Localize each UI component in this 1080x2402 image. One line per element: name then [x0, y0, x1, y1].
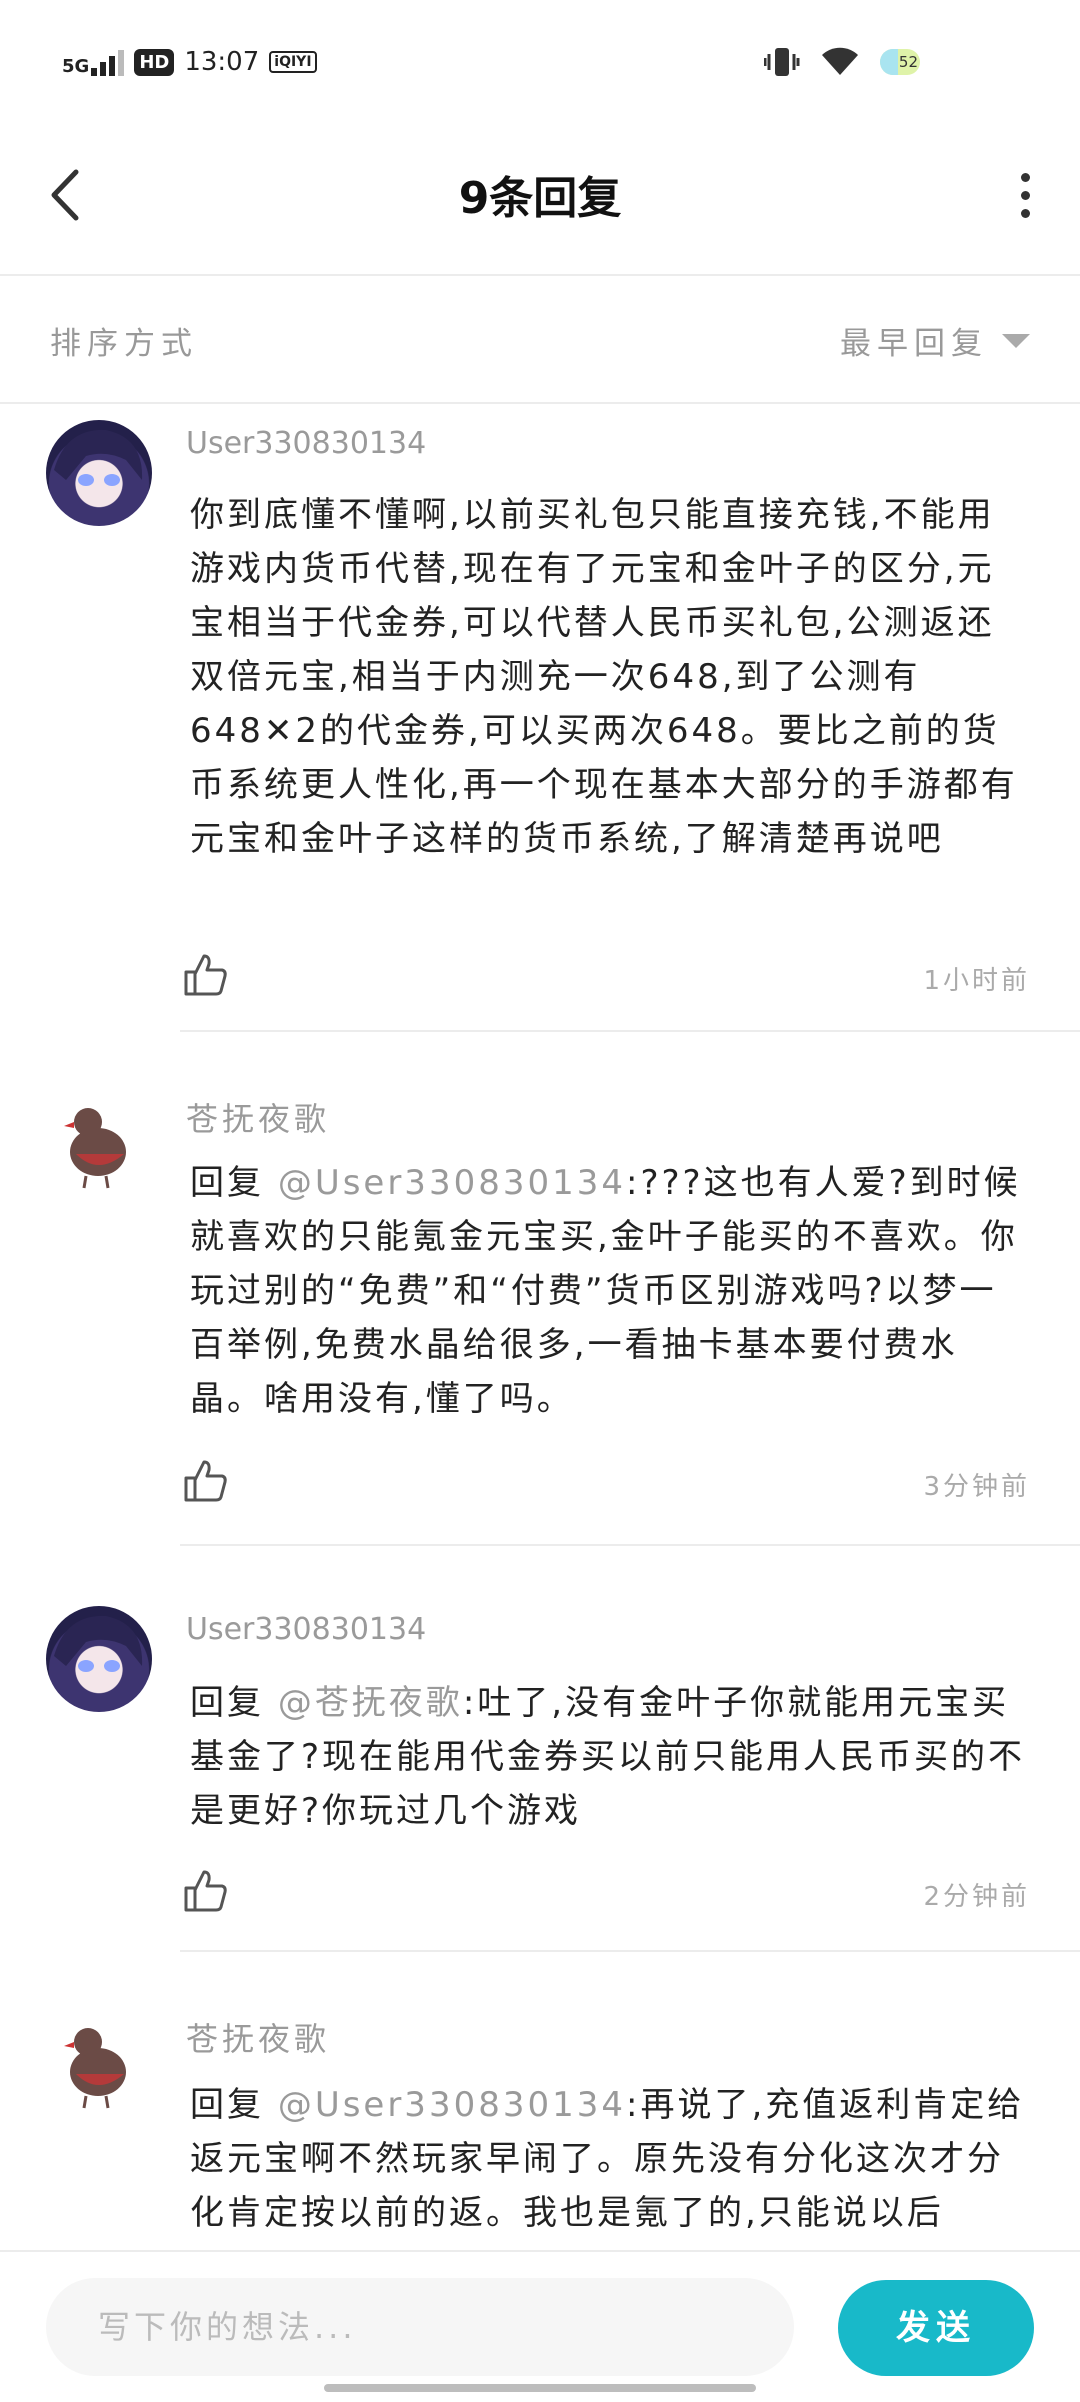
comment-time: 3分钟前 [923, 1472, 1030, 1502]
status-bar: 5G HD 13:07 iQIYI 52 [0, 0, 1080, 120]
sort-bar: 排序方式 最早回复 [0, 276, 1080, 404]
network-type: 5G [62, 56, 90, 77]
comment-item: User330830134 回复 @苍抚夜歌:吐了,没有金叶子你就能用元宝买基金… [0, 1550, 1080, 1954]
avatar[interactable] [46, 1606, 152, 1712]
comment-item: 苍抚夜歌 回复 @User330830134:???这也有人爱?到时候就喜欢的只… [0, 1036, 1080, 1548]
comment-username[interactable]: 苍抚夜歌 [186, 1094, 330, 1140]
avatar[interactable] [46, 1092, 152, 1198]
signal-icon [91, 48, 125, 76]
home-indicator[interactable] [324, 2384, 756, 2392]
wifi-icon [822, 47, 858, 75]
more-dot-icon [1020, 208, 1030, 218]
status-time: 13:07 [184, 47, 260, 77]
comment-item: User330830134 你到底懂不懂啊,以前买礼包只能直接充钱,不能用游戏内… [0, 404, 1080, 1034]
like-icon[interactable] [180, 1866, 230, 1916]
top-app-bar: 9条回复 [0, 120, 1080, 276]
bird-avatar-icon [64, 1108, 126, 1189]
avatar[interactable] [46, 420, 152, 526]
comment-item: 苍抚夜歌 回复 @User330830134:再说了,充值返利肯定给返元宝啊不然… [0, 1956, 1080, 2250]
reply-mention[interactable]: @苍抚夜歌 [278, 1683, 463, 1723]
page-title: 9条回复 [458, 173, 622, 224]
reply-prefix: 回复 [190, 1163, 264, 1203]
more-dot-icon [1020, 172, 1030, 182]
comment-time: 2分钟前 [923, 1882, 1030, 1912]
more-dot-icon [1020, 190, 1030, 200]
anime-avatar-icon [54, 1615, 143, 1672]
more-options-button[interactable] [1000, 165, 1050, 225]
sort-label: 排序方式 [50, 326, 198, 362]
status-right: 52 [764, 40, 920, 84]
comment-username[interactable]: 苍抚夜歌 [186, 2014, 330, 2060]
hd-badge: HD [134, 48, 175, 76]
reply-mention[interactable]: @User330830134 [278, 1163, 626, 1203]
bird-avatar-icon [64, 2028, 126, 2109]
battery-icon: 52 [880, 49, 920, 75]
comment-composer: 写下你的想法... 发送 [0, 2250, 1080, 2402]
comment-text: 你到底懂不懂啊,以前买礼包只能直接充钱,不能用游戏内货币代替,现在有了元宝和金叶… [190, 495, 1018, 859]
avatar[interactable] [46, 2012, 152, 2118]
app-notification-icon: iQIYI [269, 51, 317, 73]
comment-divider [180, 1544, 1080, 1546]
like-icon[interactable] [180, 1456, 230, 1506]
comment-input[interactable]: 写下你的想法... [46, 2278, 794, 2376]
comment-text: 回复 @苍抚夜歌:吐了,没有金叶子你就能用元宝买基金了?现在能用代金券买以前只能… [190, 1676, 1030, 1838]
comment-username[interactable]: User330830134 [186, 1612, 426, 1647]
reply-prefix: 回复 [190, 2085, 264, 2125]
anime-avatar-icon [54, 429, 143, 486]
comment-text: 回复 @User330830134:???这也有人爱?到时候就喜欢的只能氪金元宝… [190, 1156, 1030, 1426]
sort-value: 最早回复 [840, 326, 988, 362]
status-left: 5G HD 13:07 iQIYI [62, 40, 317, 84]
comment-username[interactable]: User330830134 [186, 426, 426, 461]
comment-text: 回复 @User330830134:再说了,充值返利肯定给返元宝啊不然玩家早闹了… [190, 2078, 1030, 2240]
comment-divider [180, 1030, 1080, 1032]
reply-prefix: 回复 [190, 1683, 264, 1723]
comment-time: 1小时前 [923, 966, 1030, 996]
send-button[interactable]: 发送 [838, 2280, 1034, 2376]
reply-mention[interactable]: @User330830134 [278, 2085, 626, 2125]
sort-dropdown[interactable]: 最早回复 [840, 318, 1030, 363]
vibrate-icon [764, 48, 800, 76]
comment-divider [180, 1950, 1080, 1952]
like-icon[interactable] [180, 950, 230, 1000]
caret-down-icon [1002, 333, 1030, 348]
battery-level: 52 [898, 53, 918, 71]
